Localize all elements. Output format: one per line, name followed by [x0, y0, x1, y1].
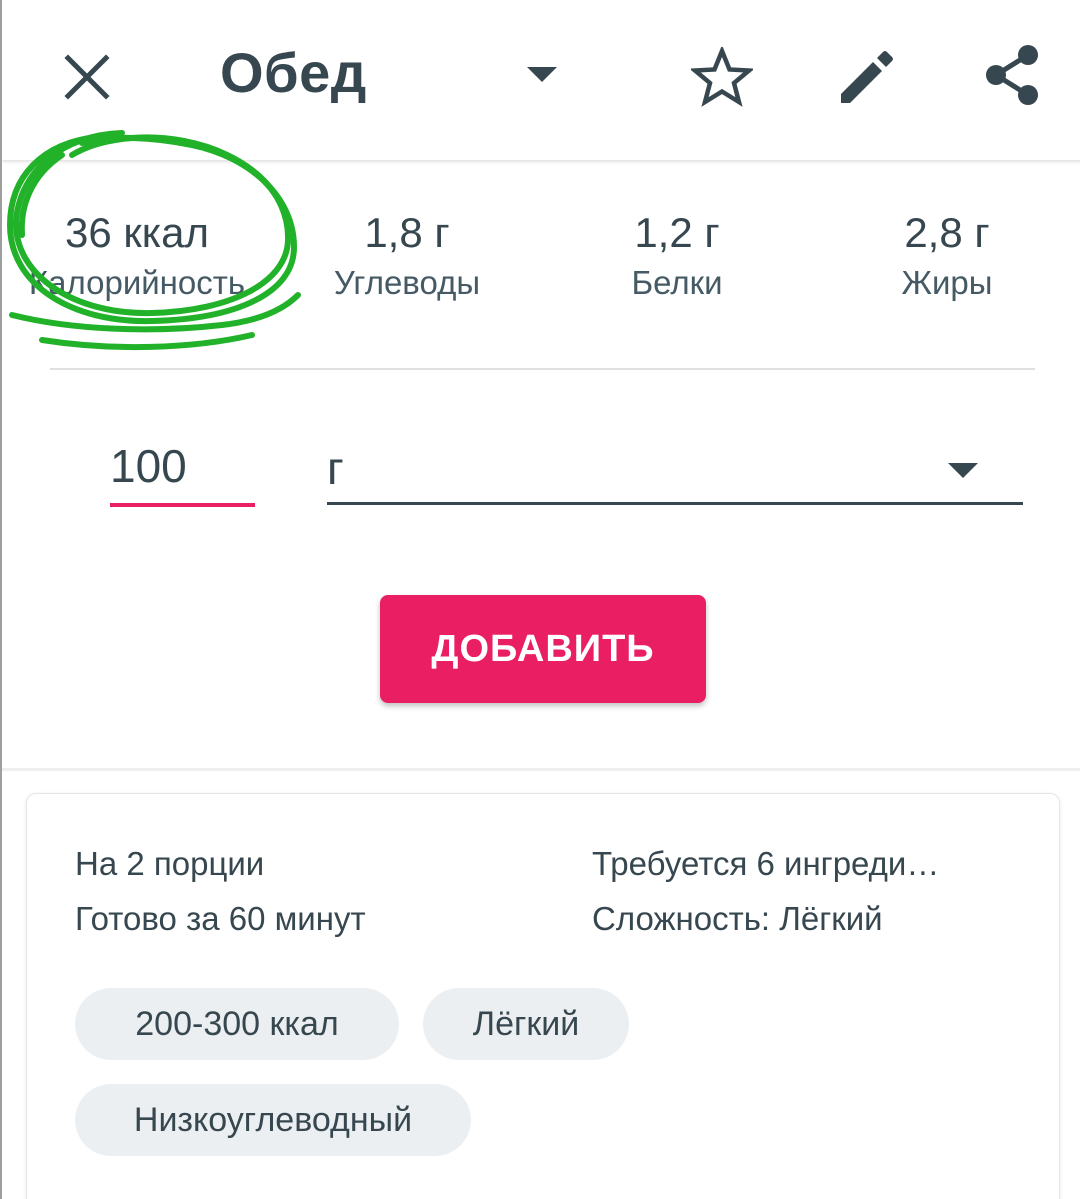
share-icon [986, 45, 1038, 105]
add-button[interactable]: ДОБАВИТЬ [380, 595, 706, 703]
amount-input[interactable] [110, 435, 255, 497]
carbs-value: 1,8 г [364, 209, 450, 256]
calories-value: 36 ккал [65, 209, 209, 256]
amount-field[interactable] [110, 435, 255, 507]
nutrition-summary: 36 ккал Калорийность 1,8 г Углеводы 1,2 … [2, 160, 1080, 370]
nutrition-divider [50, 368, 1035, 370]
unit-selected-value: г [327, 442, 344, 494]
fat-label: Жиры [901, 264, 993, 301]
unit-dropdown[interactable]: г [327, 435, 1023, 505]
calories-stat: 36 ккал Калорийность [7, 205, 267, 305]
cook-time-text: Готово за 60 минут [75, 900, 366, 937]
star-outline-icon [691, 47, 753, 107]
meal-title[interactable]: Обед [220, 40, 367, 105]
calories-label: Калорийность [28, 264, 246, 301]
servings-text: На 2 порции [75, 845, 265, 882]
tag-chip-difficulty[interactable]: Лёгкий [423, 988, 629, 1060]
protein-stat: 1,2 г Белки [592, 205, 762, 305]
tag-chip-calories[interactable]: 200-300 ккал [75, 988, 399, 1060]
pencil-icon [841, 51, 893, 103]
carbs-label: Углеводы [333, 264, 481, 301]
tag-chip-lowcarb[interactable]: Низкоуглеводный [75, 1084, 471, 1156]
difficulty-text: Сложность: Лёгкий [592, 900, 883, 937]
food-detail-screen: Обед 36 ккал Калорийность 1,8 г Углеводы… [0, 0, 1080, 1199]
protein-label: Белки [631, 264, 723, 301]
fat-value: 2,8 г [904, 209, 990, 256]
section-separator [2, 768, 1080, 771]
carbs-stat: 1,8 г Углеводы [317, 205, 497, 305]
close-button[interactable] [52, 42, 122, 112]
close-icon [64, 54, 110, 100]
fat-stat: 2,8 г Жиры [862, 205, 1032, 305]
caret-down-icon [527, 67, 557, 82]
edit-button[interactable] [832, 42, 902, 112]
meal-select-dropdown[interactable] [517, 55, 567, 95]
recipe-info-card: На 2 порции Готово за 60 минут Требуется… [26, 793, 1060, 1199]
caret-down-icon [948, 463, 978, 478]
favorite-button[interactable] [687, 42, 757, 112]
share-button[interactable] [977, 40, 1047, 110]
protein-value: 1,2 г [634, 209, 720, 256]
ingredients-count-text: Требуется 6 ингреди… [592, 845, 940, 882]
app-bar: Обед [2, 0, 1080, 160]
